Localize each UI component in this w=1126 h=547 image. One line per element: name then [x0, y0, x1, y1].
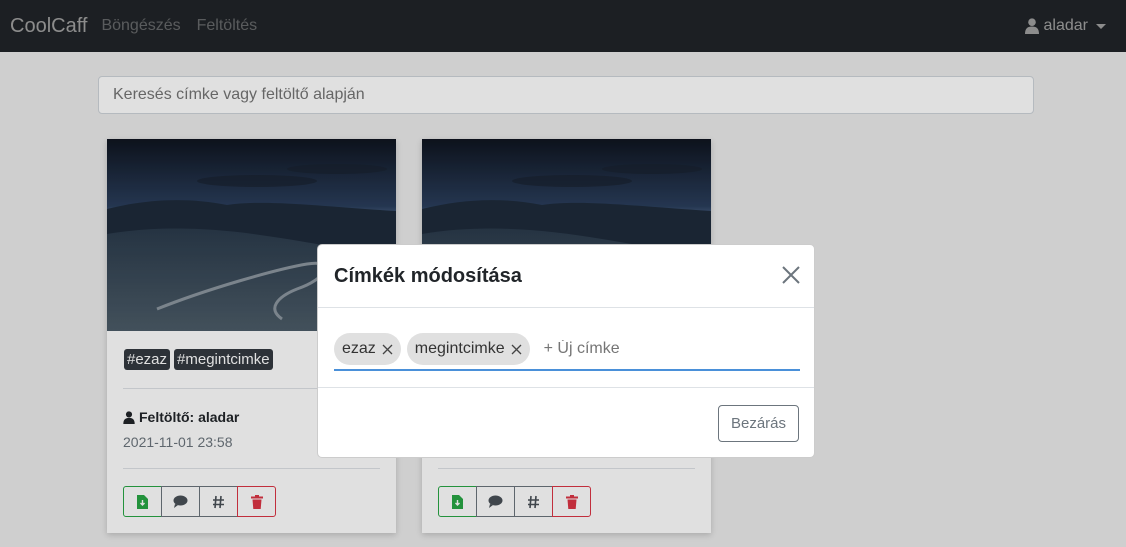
tag-chip: megintcimke [406, 333, 530, 365]
tag-chip: ezaz [334, 333, 401, 365]
chip-label: megintcimke [414, 340, 505, 357]
navbar-shade [0, 0, 1126, 52]
tag-editor[interactable]: ezaz megintcimke [334, 329, 800, 371]
new-tag-input[interactable] [543, 340, 704, 358]
modal-title: Címkék módosítása [334, 264, 522, 287]
chip-label: ezaz [342, 340, 376, 357]
edit-tags-modal: Címkék módosítása ezaz megintcimke Bezár… [317, 244, 815, 458]
close-icon[interactable] [782, 266, 800, 289]
remove-tag-icon[interactable] [511, 344, 522, 355]
modal-header: Címkék módosítása [318, 245, 814, 308]
remove-tag-icon[interactable] [382, 344, 393, 355]
modal-footer: Bezárás [318, 387, 814, 459]
close-button[interactable]: Bezárás [717, 405, 799, 442]
